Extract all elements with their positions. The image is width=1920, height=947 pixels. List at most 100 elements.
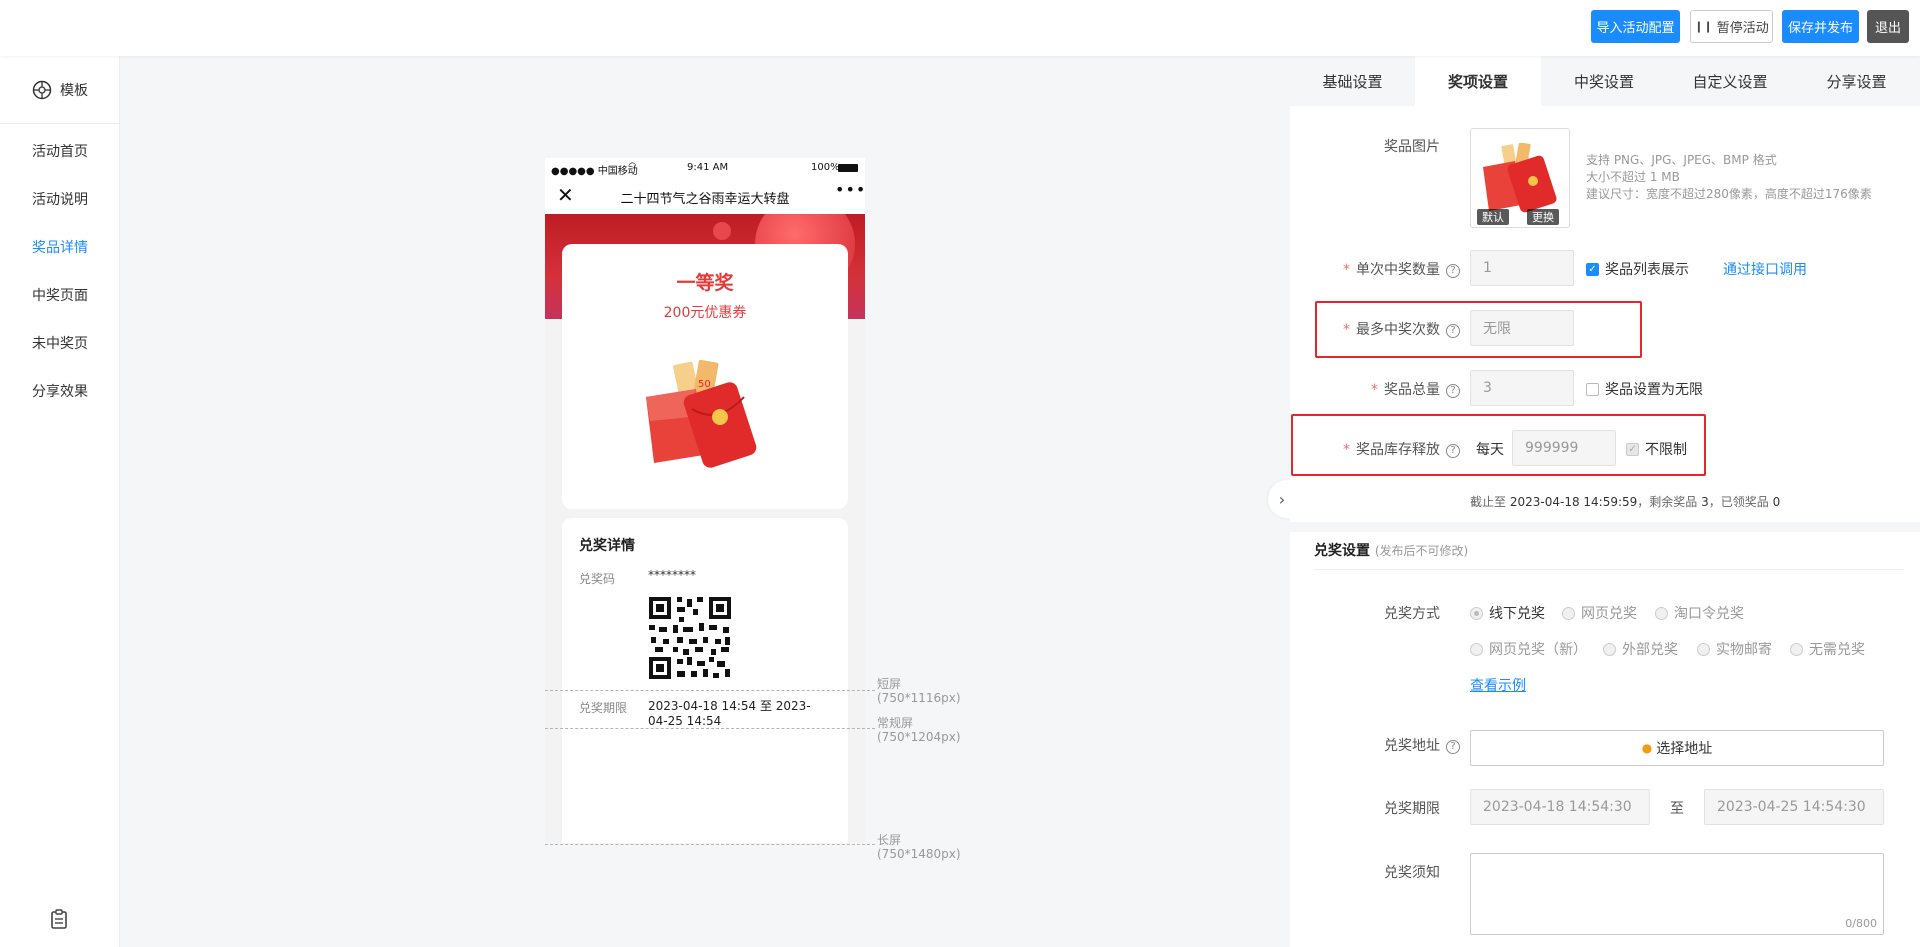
guide-label-long: 长屏 (750*1480px) [877,833,961,861]
radio-mail[interactable]: 实物邮寄 [1697,639,1772,659]
radio-web[interactable]: 网页兑奖 [1562,603,1637,623]
sidebar: 模板 活动首页 活动说明 奖品详情 中奖页面 未中奖页 分享效果 [0,56,120,947]
tab-custom[interactable]: 自定义设置 [1667,56,1793,106]
prize-image-hints: 支持 PNG、JPG、JPEG、BMP 格式 大小不超过 1 MB 建议尺寸：宽… [1586,152,1872,203]
phone-title: 二十四节气之谷雨幸运大转盘 [620,192,790,207]
redeem-title: 兑奖详情 [579,538,635,554]
qr-code [647,595,733,681]
hint-dimension: 建议尺寸：宽度不超过280像素，高度不超过176像素 [1586,187,1872,201]
prize-image-uploader[interactable]: 默认 更换 [1470,128,1570,228]
radio-dot-icon [1470,606,1483,620]
radio-external[interactable]: 外部兑奖 [1603,639,1678,659]
tab-win[interactable]: 中奖设置 [1541,56,1667,106]
chevron-right-icon: › [1278,489,1286,509]
more-icon[interactable]: ••• [835,180,865,199]
section-line [1314,569,1904,570]
sidebar-item-lose-page[interactable]: 未中奖页 [32,333,88,353]
view-example-link[interactable]: 查看示例 [1470,675,1526,695]
help-icon[interactable]: ? [1446,324,1460,338]
radio-icon [1790,642,1803,656]
default-image-button[interactable]: 默认 [1477,209,1509,225]
guide-name: 长屏 [877,833,902,847]
unlimited-total-checkbox[interactable]: 奖品设置为无限 [1586,379,1703,399]
api-call-link[interactable]: 通过接口调用 [1723,259,1807,279]
guide-size: (750*1480px) [877,847,961,861]
radio-offline[interactable]: 线下兑奖 [1470,603,1545,623]
help-icon[interactable]: ? [1446,384,1460,398]
guide-line-short [545,690,875,691]
check-icon: ✓ [1586,262,1599,276]
checkbox-icon [1586,382,1599,396]
code-label: 兑奖码 [579,572,616,586]
change-image-button[interactable]: 更换 [1527,209,1559,225]
help-icon[interactable]: ? [1446,264,1460,278]
guide-name: 短屏 [877,677,902,691]
redeem-notice-label: 兑奖须知 [1384,865,1440,881]
clipboard-icon[interactable] [50,909,68,929]
svg-text:50: 50 [698,379,711,390]
pause-icon: ❙❙ [1694,20,1713,33]
radio-icon [1562,606,1575,620]
radio-icon [1603,642,1616,656]
release-label: * 奖品库存释放? [1320,439,1460,459]
prize-level: 一等奖 [676,272,734,294]
clock-text: 9:41 AM [687,162,729,173]
sidebar-item-share[interactable]: 分享效果 [32,381,88,401]
phone-status-bar: ●●●●● 中国移动 ◠ 9:41 AM 100% [545,158,865,178]
hint-size: 大小不超过 1 MB [1586,170,1680,184]
pause-label: 暂停活动 [1716,21,1769,36]
total-input[interactable]: 3 [1470,370,1574,406]
unlimited-release-checkbox[interactable]: ✓ 不限制 [1626,439,1687,459]
release-input[interactable]: 999999 [1512,430,1616,466]
tab-share[interactable]: 分享设置 [1793,56,1920,106]
code-value: ******** [648,568,696,582]
sidebar-item-prize-detail[interactable]: 奖品详情 [32,237,88,257]
prize-list-display-checkbox[interactable]: ✓ 奖品列表展示 [1586,259,1689,279]
exit-button[interactable]: 退出 [1867,10,1909,43]
redeem-start-input[interactable]: 2023-04-18 14:54:30 [1470,789,1650,825]
total-label: * 奖品总量? [1320,379,1460,399]
location-pin-icon: ● [1641,741,1653,755]
radio-icon [1470,642,1483,656]
redeem-address-label: 兑奖地址? [1340,735,1460,755]
redeem-end-input[interactable]: 2023-04-25 14:54:30 [1704,789,1884,825]
carrier-text: ●●●●● 中国移动 [551,166,638,177]
single-count-label: * 单次中奖数量? [1320,259,1460,279]
max-times-label: * 最多中奖次数? [1320,319,1460,339]
top-bar: 导入活动配置 ❙❙ 暂停活动 保存并发布 退出 [0,0,1920,56]
sidebar-item-win-page[interactable]: 中奖页面 [32,285,88,305]
redeem-period-label: 兑奖期限 [1384,801,1440,817]
phone-nav-bar: ✕ 二十四节气之谷雨幸运大转盘 ••• [545,178,865,214]
prize-card: 一等奖 200元优惠券 50 [562,244,848,509]
sidebar-item-description[interactable]: 活动说明 [32,189,88,209]
sidebar-item-home[interactable]: 活动首页 [32,141,88,161]
char-counter: 0/800 [1845,917,1877,930]
help-icon[interactable]: ? [1446,444,1460,458]
guide-size: (750*1204px) [877,730,961,744]
radio-taobao[interactable]: 淘口令兑奖 [1655,603,1744,623]
guide-name: 常规屏 [877,716,914,730]
tab-basic[interactable]: 基础设置 [1290,56,1415,106]
radio-web-new[interactable]: 网页兑奖（新） [1470,639,1587,659]
redeem-section-title: 兑奖设置 (发布后不可修改) [1314,543,1469,559]
pause-activity-button[interactable]: ❙❙ 暂停活动 [1690,10,1773,43]
template-label: 模板 [60,82,88,99]
radio-icon [1655,606,1668,620]
period-value: 2023-04-18 14:54 至 2023-04-25 14:54 [648,699,811,728]
settings-panel: 基础设置 奖项设置 中奖设置 自定义设置 分享设置 奖品图片 默认 更换 支持 … [1290,56,1920,947]
template-icon [32,80,52,99]
template-switch[interactable]: 模板 [0,56,120,124]
tab-prize[interactable]: 奖项设置 [1415,56,1541,106]
guide-label-short: 短屏 (750*1116px) [877,677,961,705]
guide-line-normal [545,728,875,729]
redeem-method-label: 兑奖方式 [1384,606,1440,622]
redeem-notice-textarea[interactable]: 0/800 [1470,853,1884,935]
select-address-button[interactable]: ● 选择地址 [1470,730,1884,766]
import-config-button[interactable]: 导入活动配置 [1591,10,1680,43]
help-icon[interactable]: ? [1446,740,1460,754]
save-publish-button[interactable]: 保存并发布 [1782,10,1859,43]
single-count-input[interactable]: 1 [1470,250,1574,286]
radio-none[interactable]: 无需兑奖 [1790,639,1865,659]
battery-icon [838,164,858,172]
max-times-input[interactable]: 无限 [1470,310,1574,346]
